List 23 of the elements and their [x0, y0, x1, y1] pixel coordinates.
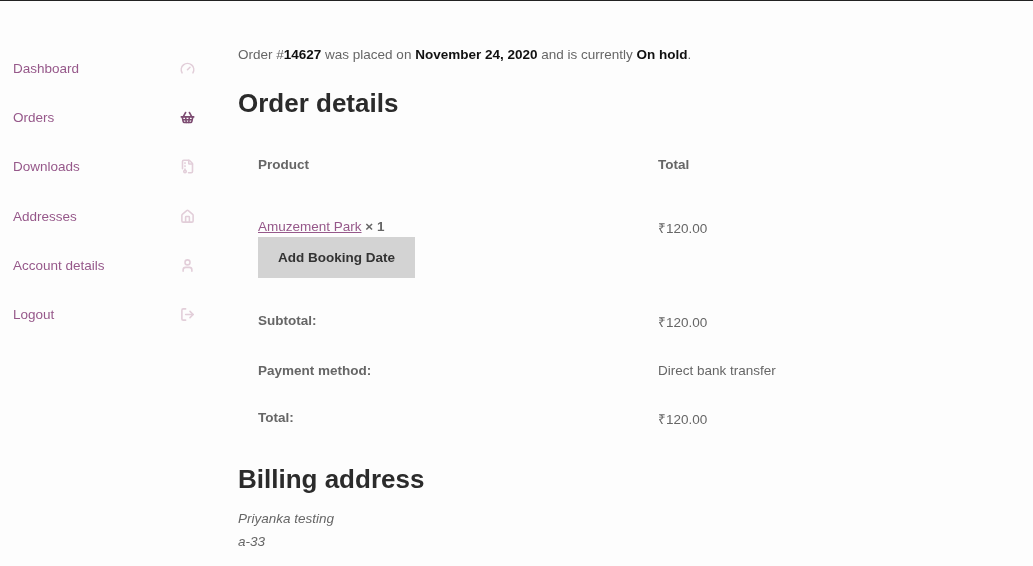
nav-link[interactable]: Account details [13, 240, 195, 290]
nav-link[interactable]: Downloads [13, 142, 195, 192]
address-line: a-33 [238, 534, 266, 549]
section-title: Order details [238, 88, 400, 119]
order-summary: Order #14627 was placed on November 24, 2020 and is currently On hold. [238, 47, 693, 62]
nav-link[interactable]: Orders [13, 93, 195, 143]
product-link[interactable]: Amuzement Park [258, 219, 362, 234]
row-label: Subtotal: [258, 313, 317, 328]
table-cell: ₹120.00 [658, 412, 708, 427]
row-label: Total: [258, 410, 294, 425]
address-line: Priyanka testing [238, 511, 335, 526]
table-cell: Direct bank transfer [658, 363, 776, 378]
nav-link[interactable]: Addresses [13, 191, 195, 241]
table-cell: ₹120.00 [658, 315, 708, 330]
nav-link[interactable]: Logout [13, 289, 195, 340]
table-cell: ₹120.00 [658, 221, 708, 236]
section-title: Billing address [238, 464, 426, 495]
row-label: Payment method: [258, 363, 372, 378]
add-booking-date-button[interactable]: Add Booking Date [258, 237, 415, 278]
column-header: Product [258, 157, 309, 172]
column-header: Total [658, 157, 690, 172]
quantity: × 1 [365, 219, 385, 234]
nav-link[interactable]: Dashboard [13, 44, 195, 94]
